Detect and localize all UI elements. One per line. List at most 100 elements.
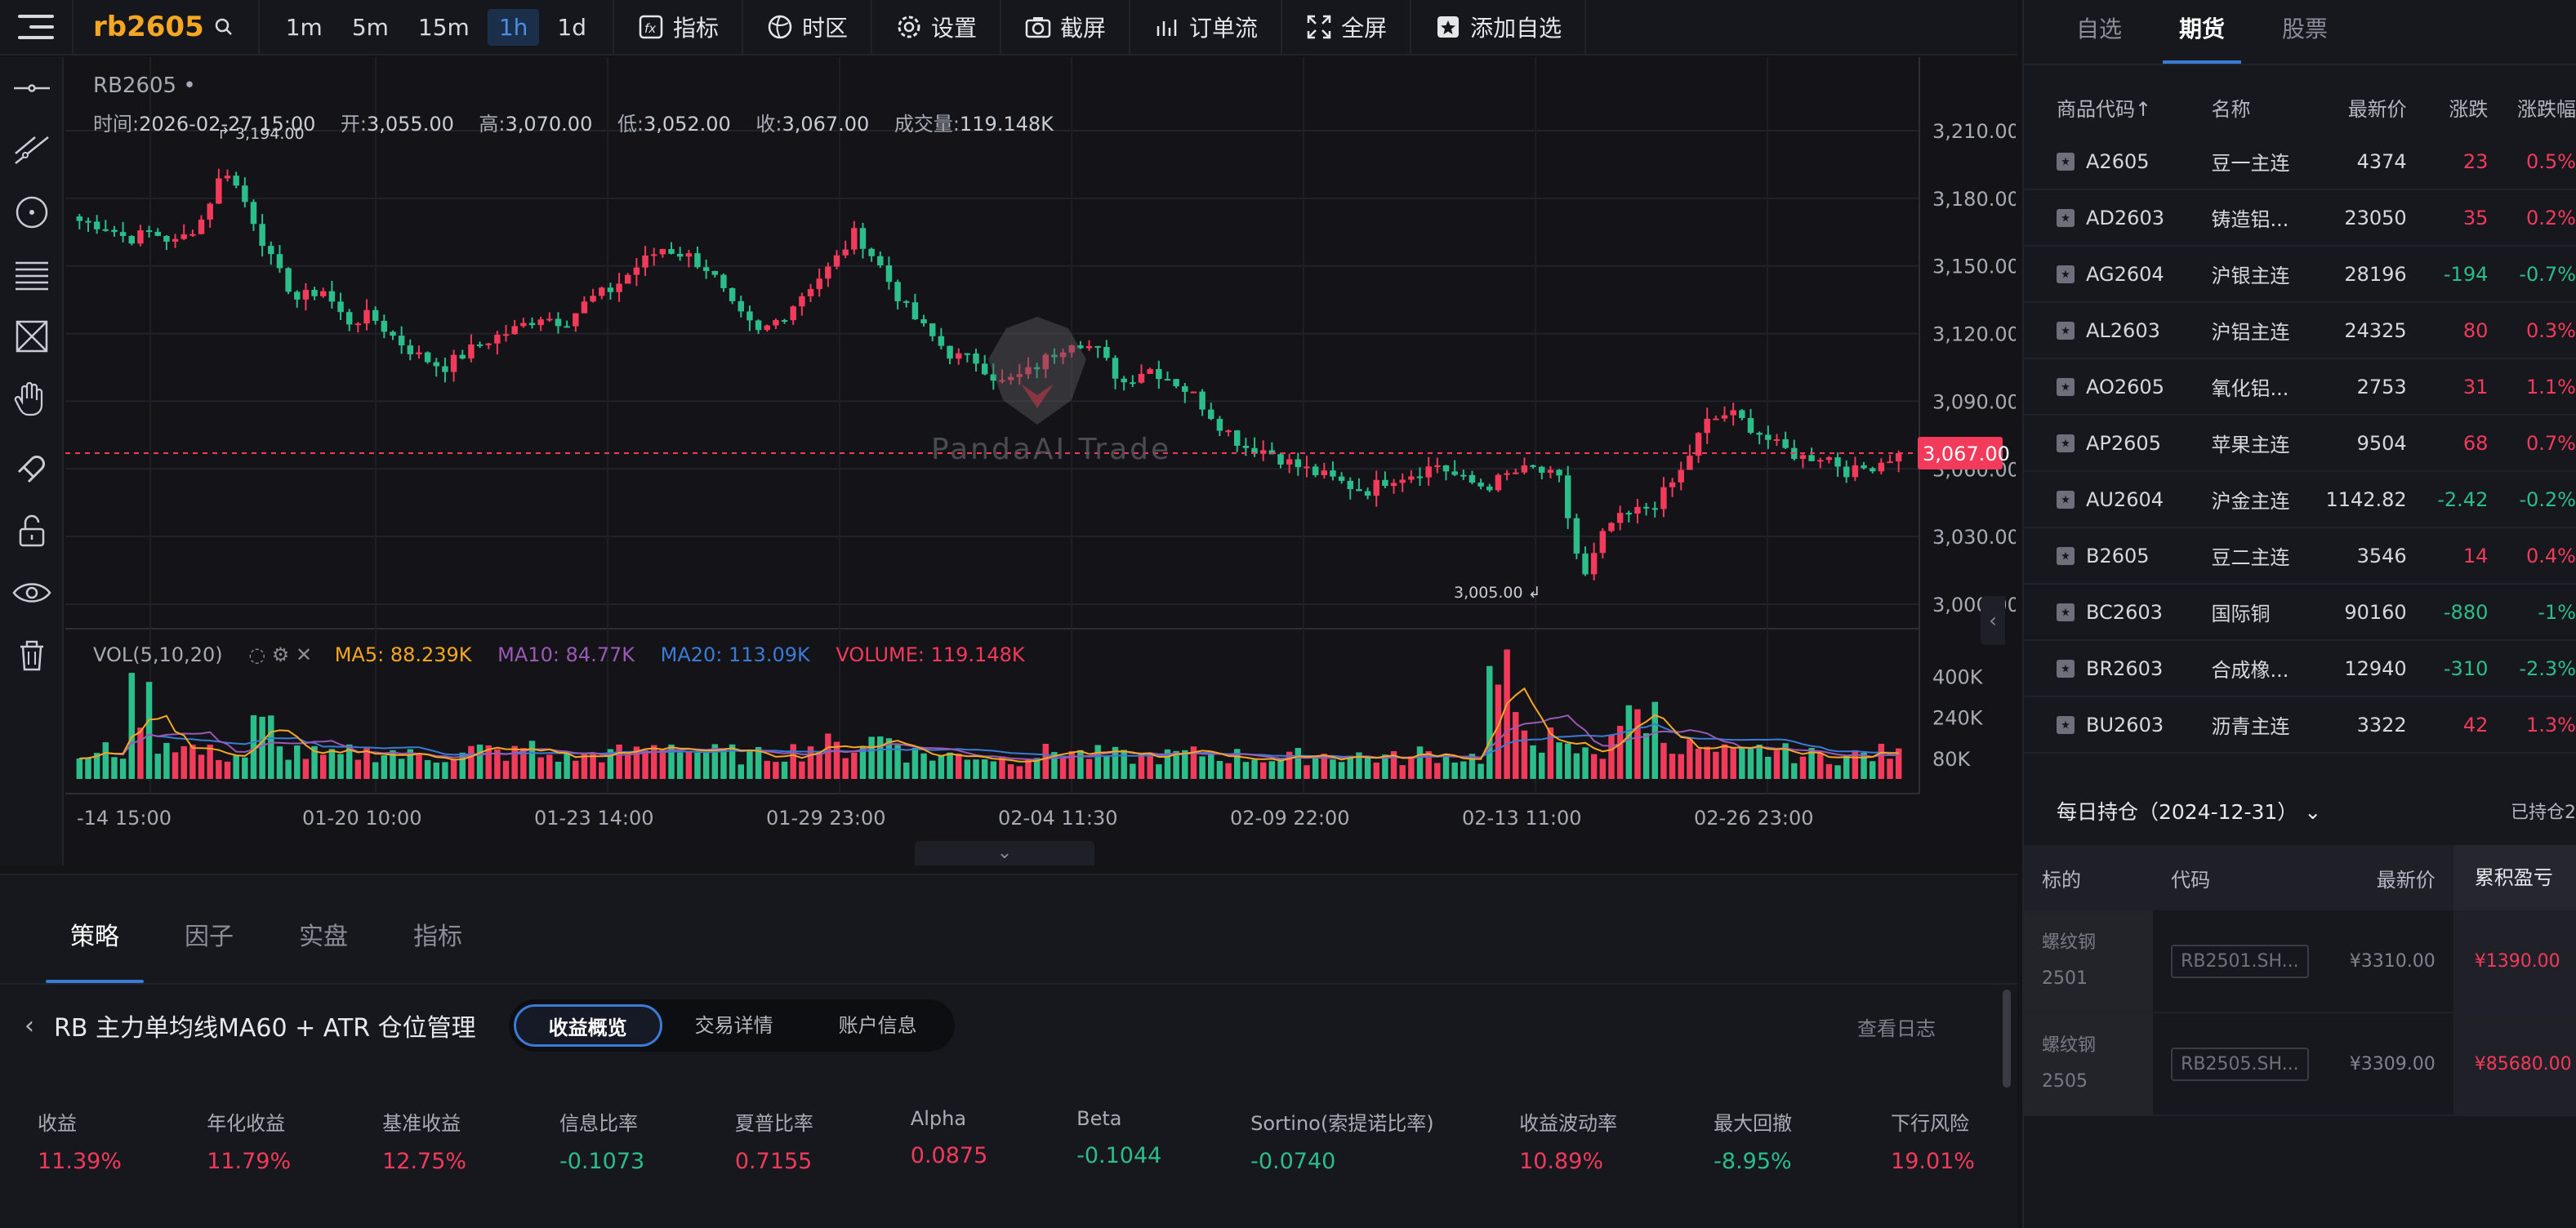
toolbar-fx-button[interactable]: fx 指标 — [614, 0, 743, 55]
bottom-tab-2[interactable]: 实盘 — [299, 916, 348, 983]
delete-tool[interactable] — [0, 624, 64, 686]
unlock-icon — [19, 514, 45, 547]
horizontal-line-tool[interactable] — [0, 57, 64, 119]
market-tab-2[interactable]: 股票 — [2282, 11, 2328, 64]
period-15m[interactable]: 15m — [407, 9, 481, 46]
bookmark-icon[interactable] — [2057, 321, 2075, 340]
quote-code: AL2603 — [2086, 318, 2160, 342]
quotes-header-cell[interactable]: 名称 — [2186, 93, 2309, 122]
bookmark-icon[interactable] — [2057, 603, 2075, 621]
quote-row[interactable]: AD2603 铸造铝... 23050 35 0.2% — [2024, 190, 2576, 247]
toolbar-camera-button[interactable]: 截屏 — [1001, 0, 1131, 55]
fib-tool[interactable] — [0, 243, 64, 305]
period-1d[interactable]: 1d — [546, 9, 598, 46]
toolbar-fullscreen-button[interactable]: 全屏 — [1282, 0, 1412, 55]
quote-row[interactable]: BR2603 合成橡... 12940 -310 -2.3% — [2024, 641, 2576, 697]
quote-row[interactable]: AP2605 苹果主连 9504 68 0.7% — [2024, 416, 2576, 472]
quote-change-pct: 1.3% — [2526, 713, 2576, 736]
circle-tool[interactable] — [0, 181, 64, 243]
bookmark-icon[interactable] — [2057, 659, 2075, 678]
quote-row[interactable]: B2605 豆二主连 3546 14 0.4% — [2024, 528, 2576, 585]
quote-name: 合成橡... — [2211, 659, 2289, 682]
volume-bar — [1834, 765, 1841, 779]
holding-row[interactable]: 螺纹钢 2501 RB2501.SH... ¥3310.00 ¥1390.00 — [2024, 910, 2576, 1013]
back-chevron-icon[interactable]: ‹ — [25, 1012, 34, 1040]
bookmark-icon[interactable] — [2057, 152, 2075, 171]
quotes-header-cell[interactable]: 商品代码↑ — [2024, 93, 2186, 122]
period-1h[interactable]: 1h — [487, 8, 540, 46]
quote-row[interactable]: A2605 豆一主连 4374 23 0.5% — [2024, 134, 2576, 190]
market-tab-1[interactable]: 期货 — [2163, 11, 2242, 64]
magnet-tool[interactable] — [0, 438, 64, 500]
bookmark-icon[interactable] — [2057, 546, 2075, 565]
bookmark-icon[interactable] — [2057, 434, 2075, 452]
metric-value: -8.95% — [1714, 1149, 1792, 1174]
segment-0[interactable]: 收益概览 — [513, 1004, 662, 1047]
bookmark-icon[interactable] — [2057, 377, 2075, 396]
pan-tool[interactable] — [0, 367, 64, 429]
view-log-link[interactable]: 查看日志 — [1857, 1012, 1936, 1041]
pattern-tool[interactable] — [0, 305, 64, 367]
toolbar-label: 添加自选 — [1470, 15, 1562, 42]
lock-tool[interactable] — [0, 500, 64, 562]
holding-row[interactable]: 螺纹钢 2505 RB2505.SH... ¥3309.00 ¥85680.00 — [2024, 1013, 2576, 1116]
quote-row[interactable]: BC2603 国际铜 90160 -880 -1% — [2024, 585, 2576, 641]
volume-bar — [616, 744, 622, 779]
kline-chart[interactable]: 3,210.00 3,180.00 3,150.00 3,120.00 3,090.00… — [65, 57, 2016, 865]
bottom-tab-3[interactable]: 指标 — [413, 916, 462, 983]
quote-row[interactable]: BU2603 沥青主连 3322 42 1.3% — [2024, 697, 2576, 754]
holding-contract: 2501 — [2042, 968, 2088, 989]
volume-bar — [1538, 752, 1545, 779]
segment-1[interactable]: 交易详情 — [662, 1004, 806, 1047]
holdings-header-cell: 代码 — [2171, 868, 2211, 892]
bookmark-icon[interactable] — [2057, 265, 2075, 283]
quote-row[interactable]: AG2604 沪银主连 28196 -194 -0.7% — [2024, 247, 2576, 303]
bookmark-icon[interactable] — [2057, 715, 2075, 734]
toolbar-bookmark-add-button[interactable]: 添加自选 — [1411, 0, 1587, 55]
market-tabs: 自选 期货 股票 — [2024, 0, 2576, 65]
symbol-label: rb2605 — [93, 11, 204, 43]
visibility-tool[interactable] — [0, 562, 64, 624]
magnet-icon — [17, 456, 45, 483]
volume-bar — [920, 753, 927, 779]
volume-bar — [137, 727, 144, 779]
volume-bar — [546, 754, 553, 779]
trend-line-tool[interactable] — [0, 119, 64, 181]
toolbar-order-flow-button[interactable]: 订单流 — [1130, 0, 1283, 55]
quote-row[interactable]: AO2605 氧化铝... 2753 31 1.1% — [2024, 359, 2576, 416]
bottom-scrollbar[interactable] — [2003, 990, 2011, 1088]
horizontal-line-icon — [14, 84, 50, 92]
quote-code-cell: BU2603 — [2024, 714, 2186, 736]
quotes-header-cell[interactable]: 涨跌 — [2407, 93, 2488, 122]
bookmark-icon[interactable] — [2057, 208, 2075, 227]
period-5m[interactable]: 5m — [341, 9, 400, 46]
metric-item: 年化收益 11.79% — [207, 1107, 374, 1174]
segment-2[interactable]: 账户信息 — [806, 1004, 950, 1047]
metric-label: 基准收益 — [382, 1112, 461, 1135]
volume-bar — [1007, 764, 1014, 779]
quote-row[interactable]: AU2604 沪金主连 1142.82 -2.42 -0.2% — [2024, 472, 2576, 528]
candle — [1190, 391, 1197, 394]
quote-name: 豆一主连 — [2211, 152, 2290, 175]
volume-bar — [1843, 754, 1850, 779]
quote-code-cell: AD2603 — [2024, 207, 2186, 229]
bottom-tab-0[interactable]: 策略 — [46, 916, 144, 983]
hamburger-icon — [18, 15, 54, 39]
symbol-selector[interactable]: rb2605 — [74, 0, 260, 55]
quotes-header-cell[interactable]: 涨跌幅 — [2488, 93, 2576, 122]
volume-bar — [233, 755, 239, 779]
toolbar-gear-button[interactable]: 设置 — [872, 0, 1002, 55]
bookmark-icon[interactable] — [2057, 490, 2075, 509]
toolbar-globe-button[interactable]: 时区 — [743, 0, 873, 55]
holdings-date-selector[interactable]: 每日持仓（2024-12-31） ⌄ — [2057, 796, 2321, 825]
bottom-tab-1[interactable]: 因子 — [185, 916, 234, 983]
chevron-down-icon: ⌄ — [2304, 800, 2322, 824]
collapse-right-panel-button[interactable]: ‹ — [1981, 596, 2005, 645]
volume-bar — [1130, 763, 1136, 779]
menu-button[interactable] — [0, 0, 74, 55]
quote-row[interactable]: AL2603 沪铝主连 24325 80 0.3% — [2024, 303, 2576, 359]
collapse-bottom-panel-button[interactable]: ⌄ — [915, 841, 1094, 865]
period-1m[interactable]: 1m — [274, 9, 334, 46]
market-tab-0[interactable]: 自选 — [2076, 11, 2122, 64]
quotes-header-cell[interactable]: 最新价 — [2309, 93, 2407, 122]
